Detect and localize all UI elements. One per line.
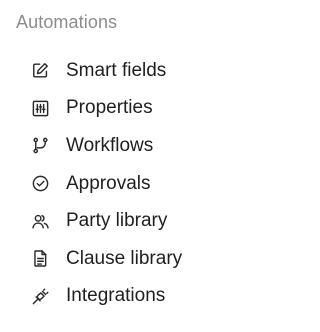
nav-item-party-library[interactable]: Party library <box>0 202 263 240</box>
nav-item-label: Party library <box>66 210 168 232</box>
branch-icon <box>31 136 50 155</box>
nav-item-label: Clause library <box>66 247 183 269</box>
automations-section: Automations Smart fields Properties Work… <box>0 0 263 332</box>
nav-item-clause-library[interactable]: Clause library <box>0 240 263 278</box>
nav-item-properties[interactable]: Properties <box>0 90 263 128</box>
plug-icon <box>31 287 50 306</box>
nav-item-label: Integrations <box>66 285 166 307</box>
check-circle-icon <box>31 174 50 193</box>
nav-item-approvals[interactable]: Approvals <box>0 165 263 203</box>
nav-item-workflows[interactable]: Workflows <box>0 127 263 165</box>
sliders-icon <box>31 99 50 118</box>
section-title: Automations <box>16 12 118 32</box>
nav-item-label: Smart fields <box>66 59 167 81</box>
nav-item-integrations[interactable]: Integrations <box>0 278 263 316</box>
users-icon <box>31 212 50 231</box>
nav-item-label: Approvals <box>66 172 151 194</box>
document-icon <box>31 249 50 268</box>
edit-square-icon <box>31 61 50 80</box>
automations-nav-list: Smart fields Properties Workflows Approv… <box>0 52 263 315</box>
nav-item-smart-fields[interactable]: Smart fields <box>0 52 263 90</box>
nav-item-label: Workflows <box>66 134 154 156</box>
nav-item-label: Properties <box>66 97 153 119</box>
